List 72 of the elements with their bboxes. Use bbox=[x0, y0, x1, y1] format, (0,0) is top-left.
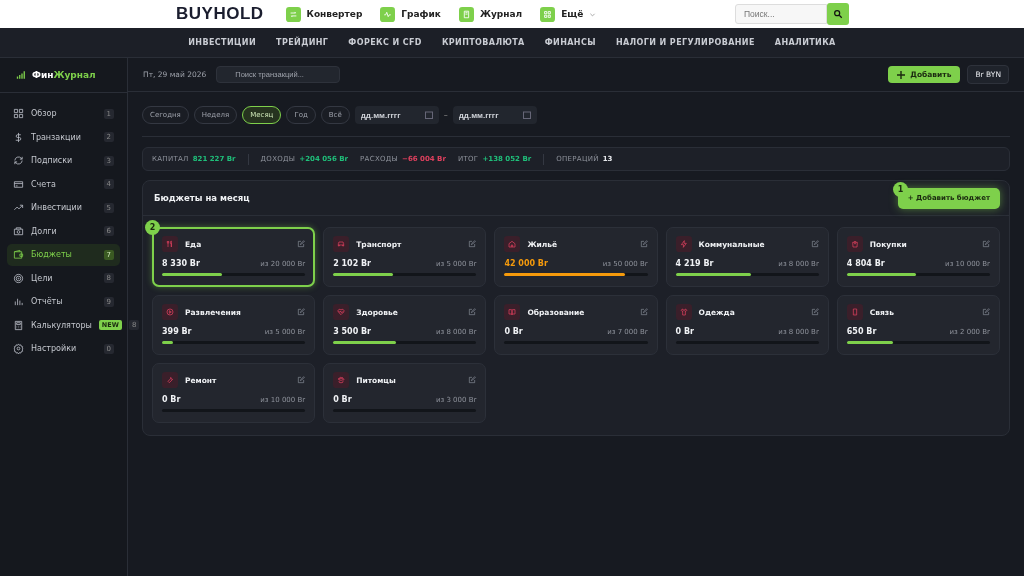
calendar-icon bbox=[424, 111, 433, 119]
nav-link[interactable]: Конвертер bbox=[285, 6, 363, 22]
play-icon bbox=[162, 304, 178, 320]
notebook-icon bbox=[458, 6, 474, 22]
nav-link[interactable]: ИНВЕСТИЦИИ bbox=[188, 38, 257, 47]
date-field[interactable]: дд.мм.гггг bbox=[354, 106, 439, 124]
edit-icon[interactable] bbox=[468, 308, 477, 316]
phone-icon bbox=[846, 304, 863, 320]
nav-link[interactable]: КРИПТОВАЛЮТА bbox=[441, 38, 525, 47]
bar-chart-icon bbox=[16, 70, 25, 80]
date-field[interactable]: дд.мм.гггг bbox=[452, 106, 537, 124]
pulse-icon bbox=[380, 6, 396, 22]
nav-link[interactable]: Журнал bbox=[458, 6, 523, 22]
edit-icon[interactable] bbox=[297, 376, 306, 384]
edit-icon[interactable] bbox=[639, 308, 648, 316]
app-title: ФинЖурнал bbox=[32, 70, 96, 80]
search-icon bbox=[833, 9, 843, 19]
plus-icon bbox=[897, 70, 906, 79]
spent-amount: 4 219 Br bbox=[675, 259, 714, 268]
nav-link[interactable]: ФИНАНСЫ bbox=[544, 38, 596, 47]
nav-link[interactable]: График bbox=[380, 6, 441, 22]
nav-link[interactable]: НАЛОГИ И РЕГУЛИРОВАНИЕ bbox=[615, 38, 755, 47]
edit-icon[interactable] bbox=[468, 240, 477, 248]
step-badge: 1 bbox=[893, 182, 908, 197]
wallet-icon bbox=[13, 249, 24, 261]
spent-amount: 42 000 Br bbox=[504, 259, 548, 268]
grid-icon bbox=[13, 108, 24, 120]
spent-amount: 0 Br bbox=[333, 395, 352, 404]
spent-amount: 650 Br bbox=[846, 327, 877, 336]
calculator-icon bbox=[13, 319, 24, 331]
step-badge: 2 bbox=[145, 220, 160, 235]
shirt-icon bbox=[675, 304, 692, 320]
calendar-icon bbox=[522, 111, 531, 119]
spent-amount: 8 330 Br bbox=[162, 259, 200, 268]
logo[interactable]: BUYHOLD bbox=[176, 4, 264, 24]
nav-link[interactable]: ТРЕЙДИНГ bbox=[276, 38, 329, 47]
lightning-icon bbox=[675, 236, 692, 252]
search-button[interactable] bbox=[827, 3, 849, 25]
nav-link[interactable]: Ещё bbox=[540, 6, 597, 22]
nav-link[interactable]: АНАЛИТИКА bbox=[774, 38, 836, 47]
spent-amount: 3 500 Br bbox=[333, 327, 372, 336]
bar-chart-icon bbox=[13, 296, 24, 308]
refresh-icon bbox=[13, 155, 24, 167]
target-icon bbox=[13, 272, 24, 284]
panel-title: Бюджеты на месяц bbox=[154, 193, 250, 203]
spent-amount: 0 Br bbox=[504, 327, 523, 336]
card-icon bbox=[13, 178, 24, 190]
spent-amount: 399 Br bbox=[162, 327, 192, 336]
date-separator: – bbox=[443, 110, 448, 120]
edit-icon[interactable] bbox=[982, 240, 990, 248]
edit-icon[interactable] bbox=[468, 376, 477, 384]
spent-amount: 0 Br bbox=[675, 327, 694, 336]
edit-icon[interactable] bbox=[982, 308, 990, 316]
edit-icon[interactable] bbox=[297, 308, 306, 316]
spent-amount: 0 Br bbox=[162, 395, 181, 404]
spent-amount: 4 804 Br bbox=[846, 259, 885, 268]
car-icon bbox=[333, 236, 350, 252]
spent-amount: 2 102 Br bbox=[333, 259, 372, 268]
edit-icon[interactable] bbox=[810, 240, 819, 248]
grid-icon bbox=[540, 6, 556, 22]
cash-icon bbox=[13, 225, 24, 237]
nav-link[interactable]: ФОРЕКС И CFD bbox=[348, 38, 422, 47]
edit-icon[interactable] bbox=[639, 240, 648, 248]
arrows-icon bbox=[285, 6, 301, 22]
settings-icon bbox=[13, 343, 24, 355]
shopping-bag-icon bbox=[846, 236, 863, 252]
edit-icon[interactable] bbox=[297, 240, 306, 248]
cutlery-icon bbox=[162, 236, 178, 252]
edit-icon[interactable] bbox=[810, 308, 819, 316]
house-icon bbox=[504, 236, 521, 252]
dollar-icon bbox=[13, 131, 24, 143]
book-icon bbox=[504, 304, 521, 320]
